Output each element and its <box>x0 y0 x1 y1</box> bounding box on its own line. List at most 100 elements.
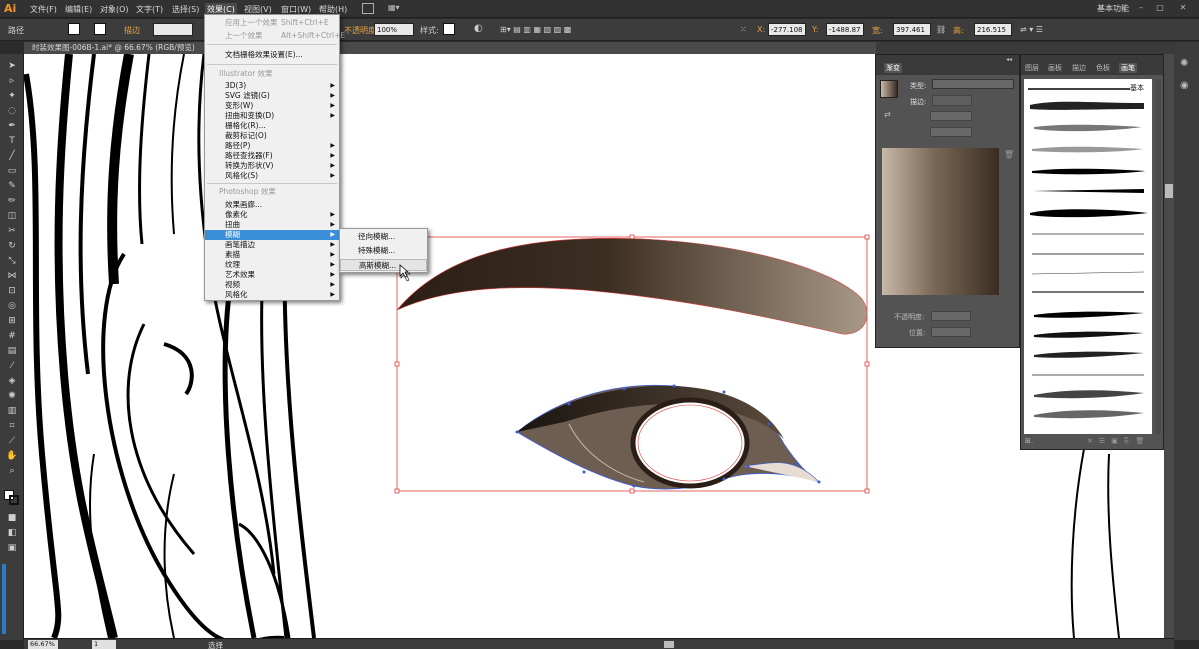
width-tool-icon[interactable]: ⋈ <box>5 270 19 282</box>
gradient-tab[interactable]: 渐变 <box>884 63 902 73</box>
tab-artboards[interactable]: 画板 <box>1048 63 1062 73</box>
menu-apply-last-effect[interactable]: 应用上一个效果 Shift+Ctrl+E <box>205 18 339 28</box>
tab-swatches[interactable]: 色板 <box>1096 63 1110 73</box>
menu-distort[interactable]: 扭曲 ▶ <box>205 220 339 230</box>
shape-builder-tool-icon[interactable]: ◎ <box>5 300 19 312</box>
brush-panel-actions[interactable]: ✕☰▣⎘🗑 <box>1087 437 1150 446</box>
eyebrow-shape[interactable] <box>396 237 868 335</box>
menu-document-raster-settings[interactable]: 文档栅格效果设置(E)... <box>205 50 339 60</box>
menu-video[interactable]: 视频 ▶ <box>205 280 339 290</box>
menu-file[interactable]: 文件(F) <box>28 3 59 16</box>
paintbrush-tool-icon[interactable]: ✎ <box>5 180 19 192</box>
menu-warp[interactable]: 变形(W) ▶ <box>205 101 339 111</box>
workspace-switcher[interactable]: 基本功能 <box>1097 3 1129 14</box>
transform-icon[interactable]: ⇌ ▾ ☰ <box>1020 25 1043 34</box>
brush-libraries-icon[interactable]: ⊞. <box>1025 437 1033 445</box>
y-input[interactable]: -1488.87 <box>826 23 864 36</box>
menu-convert-to-shape[interactable]: 转换为形状(V) ▶ <box>205 161 339 171</box>
draw-mode-icon[interactable]: ◧ <box>5 527 19 539</box>
stroke-weight-label[interactable]: 描边 <box>124 25 140 36</box>
tab-layers[interactable]: 图层 <box>1025 63 1039 73</box>
menu-pathfinder[interactable]: 路径查找器(F) ▶ <box>205 151 339 161</box>
pencil-tool-icon[interactable]: ✏ <box>5 195 19 207</box>
menu-brush-strokes[interactable]: 画笔描边 ▶ <box>205 240 339 250</box>
menu-type[interactable]: 文字(T) <box>134 3 165 16</box>
menu-path[interactable]: 路径(P) ▶ <box>205 141 339 151</box>
x-input[interactable]: -277.108 <box>768 23 806 36</box>
appearance-icon[interactable]: ◉ <box>1180 80 1189 91</box>
menu-edit[interactable]: 编辑(E) <box>63 3 94 16</box>
gradient-type-select[interactable] <box>932 79 1014 89</box>
bridge-icon[interactable] <box>362 3 374 14</box>
menu-rasterize[interactable]: 栅格化(R)... <box>205 121 339 131</box>
stop-opacity-input[interactable] <box>931 311 971 321</box>
hand-tool-icon[interactable]: ✋ <box>5 450 19 462</box>
menu-select[interactable]: 选择(S) <box>170 3 201 16</box>
menu-stylize-illustrator[interactable]: 风格化(S) ▶ <box>205 171 339 181</box>
opacity-label[interactable]: 不透明度 <box>344 25 376 36</box>
align-icon[interactable]: ⊞▾ ▤ ▥ ▦ ▧ ▨ ▩ <box>500 25 571 34</box>
delete-stop-icon[interactable]: 🗑 <box>1004 150 1014 159</box>
menu-artistic[interactable]: 艺术效果 ▶ <box>205 270 339 280</box>
document-tab[interactable]: 时装效果图-006B-1.ai* @ 66.67% (RGB/预览) <box>24 42 876 54</box>
vertical-scroll-thumb[interactable] <box>1165 184 1173 198</box>
brush-library-list[interactable]: 基本 <box>1024 79 1152 434</box>
menu-last-effect[interactable]: 上一个效果 Alt+Shift+Ctrl+E <box>205 31 345 41</box>
line-tool-icon[interactable]: ╱ <box>5 150 19 162</box>
zoom-tool-icon[interactable]: ⌕ <box>5 465 19 477</box>
graphic-style-swatch[interactable] <box>443 23 455 35</box>
menu-pixelate[interactable]: 像素化 ▶ <box>205 210 339 220</box>
tab-brushes[interactable]: 画笔 <box>1119 63 1137 73</box>
gradient-thumbnail[interactable] <box>880 80 898 98</box>
type-tool-icon[interactable]: T <box>5 135 19 147</box>
arrange-documents-icon[interactable]: ▦▾ <box>388 3 404 14</box>
tab-stroke[interactable]: 描边 <box>1072 63 1086 73</box>
magic-wand-tool-icon[interactable]: ✦ <box>5 90 19 102</box>
height-input[interactable]: 216.515 <box>974 23 1012 36</box>
close-icon[interactable]: ✕ <box>1176 2 1190 14</box>
stroke-gradient-options[interactable] <box>932 95 972 106</box>
perspective-grid-tool-icon[interactable]: ⊞ <box>5 315 19 327</box>
menu-sketch[interactable]: 素描 ▶ <box>205 250 339 260</box>
stroke-swatch[interactable] <box>94 23 106 35</box>
artboard-tool-icon[interactable]: ⌗ <box>5 420 19 432</box>
stop-position-input[interactable] <box>931 327 971 337</box>
menu-stylize-photoshop[interactable]: 风格化 ▶ <box>205 290 339 300</box>
menu-blur[interactable]: 模糊 ▶ <box>205 230 339 240</box>
direct-selection-tool-icon[interactable]: ▹ <box>5 75 19 87</box>
symbol-sprayer-tool-icon[interactable]: ✺ <box>5 390 19 402</box>
rectangle-tool-icon[interactable]: ▭ <box>5 165 19 177</box>
brush-list-scrollbar[interactable] <box>1155 79 1161 434</box>
scale-tool-icon[interactable]: ⤡ <box>5 255 19 267</box>
rotate-tool-icon[interactable]: ↻ <box>5 240 19 252</box>
menu-gaussian-blur[interactable]: 高斯模糊... <box>340 259 427 271</box>
menu-svg-filters[interactable]: SVG 滤镜(G) ▶ <box>205 91 339 101</box>
screen-mode-icon[interactable]: ▣ <box>5 542 19 554</box>
toolbar-scrollbar[interactable] <box>2 564 6 634</box>
gradient-tool-icon[interactable]: ▤ <box>5 345 19 357</box>
color-guide-icon[interactable]: ✺ <box>1180 58 1188 69</box>
mesh-tool-icon[interactable]: # <box>5 330 19 342</box>
minimize-icon[interactable]: – <box>1134 2 1148 14</box>
menu-smart-blur[interactable]: 特殊模糊... <box>340 245 427 257</box>
maximize-icon[interactable]: □ <box>1153 2 1167 14</box>
gradient-angle-input[interactable] <box>930 111 972 121</box>
stroke-color-icon[interactable] <box>9 495 19 505</box>
fill-swatch[interactable] <box>68 23 80 35</box>
selection-tool-icon[interactable]: ➤ <box>5 60 19 72</box>
color-mode-icon[interactable]: ■ <box>5 512 19 524</box>
column-graph-tool-icon[interactable]: ▥ <box>5 405 19 417</box>
menu-distort-transform[interactable]: 扭曲和变换(D) ▶ <box>205 111 339 121</box>
slice-tool-icon[interactable]: ⟋ <box>5 435 19 447</box>
reverse-gradient-icon[interactable]: ⇄ <box>884 110 891 119</box>
menu-effect-gallery[interactable]: 效果画廊... <box>205 200 339 210</box>
gradient-slider-preview[interactable] <box>882 148 999 295</box>
menu-texture[interactable]: 纹理 ▶ <box>205 260 339 270</box>
transform-reference-icon[interactable]: ⁙ <box>740 25 747 34</box>
free-transform-tool-icon[interactable]: ⊡ <box>5 285 19 297</box>
blend-tool-icon[interactable]: ◈ <box>5 375 19 387</box>
recolor-icon[interactable]: ◐ <box>474 23 483 34</box>
stroke-weight-input[interactable] <box>153 23 193 36</box>
menu-crop-marks[interactable]: 裁剪标记(O) <box>205 131 339 141</box>
menu-3d[interactable]: 3D(3) ▶ <box>205 81 339 91</box>
